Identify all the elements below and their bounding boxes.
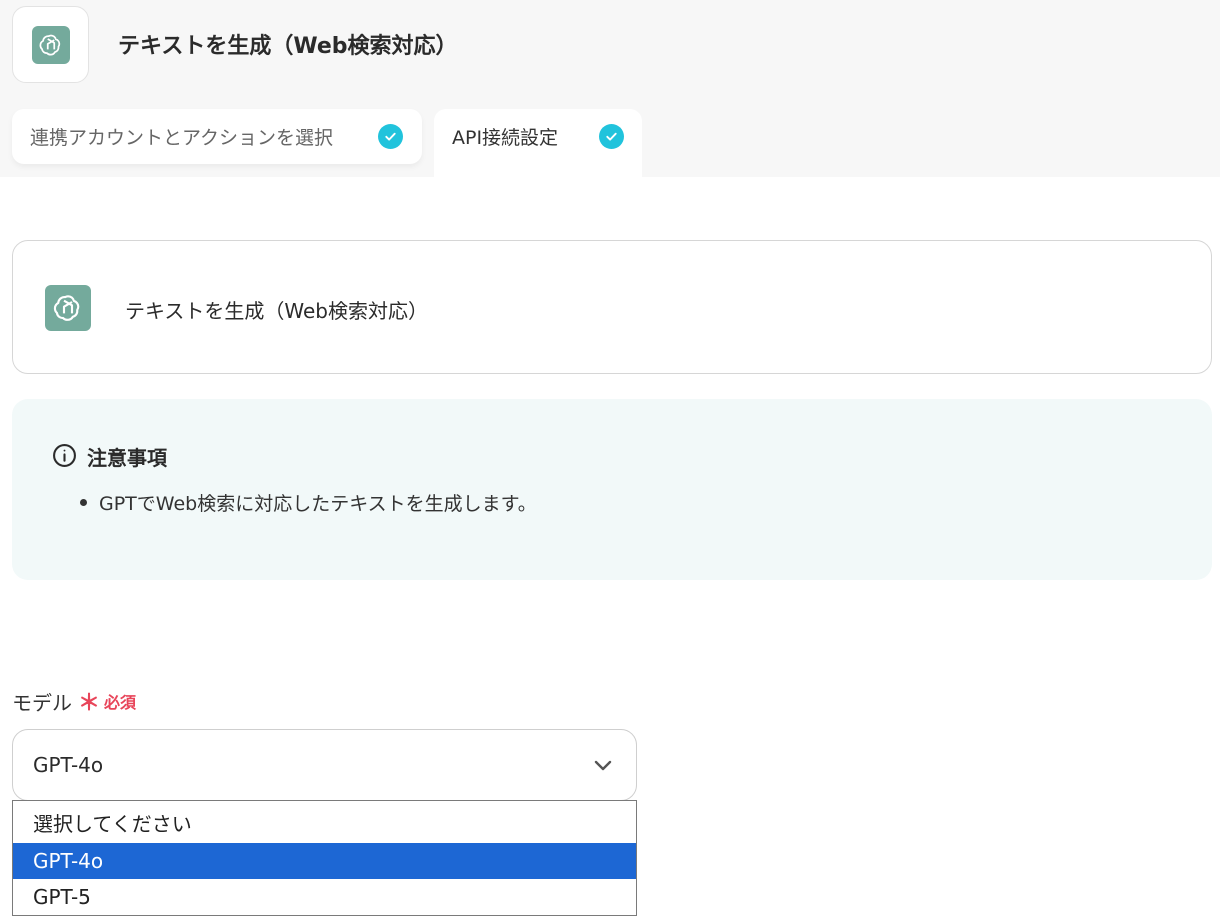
dropdown-option-placeholder[interactable]: 選択してください [13,806,636,842]
check-circle-icon [599,124,624,149]
notice-box: 注意事項 GPTでWeb検索に対応したテキストを生成します。 [12,399,1212,580]
dropdown-option-gpt-5[interactable]: GPT-5 [13,879,636,915]
notice-item: GPTでWeb検索に対応したテキストを生成します。 [80,489,537,516]
model-select-value: GPT-4o [33,753,104,777]
action-card-title: テキストを生成（Web検索対応） [125,299,429,323]
page-title: テキストを生成（Web検索対応） [118,34,458,59]
action-card: テキストを生成（Web検索対応） [12,240,1212,374]
openai-gpt-icon [31,25,70,64]
notice-title: 注意事項 [87,446,167,470]
check-circle-icon [378,124,403,149]
dropdown-option-gpt-4o[interactable]: GPT-4o [13,843,636,879]
model-select[interactable]: GPT-4o [12,729,637,801]
tab-account-action-label: 連携アカウントとアクションを選択 [30,127,334,149]
openai-gpt-icon [45,285,91,331]
model-label-text: モデル [12,690,72,715]
app-icon-box [12,6,89,83]
required-asterisk: ＊ [78,691,101,716]
required-text: 必須 [104,693,137,712]
tab-account-action[interactable]: 連携アカウントとアクションを選択 [12,109,422,164]
chevron-down-icon [594,760,612,771]
model-dropdown-list: 選択してください GPT-4o GPT-5 [12,800,637,916]
info-icon [53,444,76,467]
tab-api-settings[interactable]: API接続設定 [434,109,642,177]
tab-api-settings-label: API接続設定 [452,127,559,149]
model-field-label: モデル ＊ 必須 [12,685,136,717]
notice-list: GPTでWeb検索に対応したテキストを生成します。 [80,489,537,516]
